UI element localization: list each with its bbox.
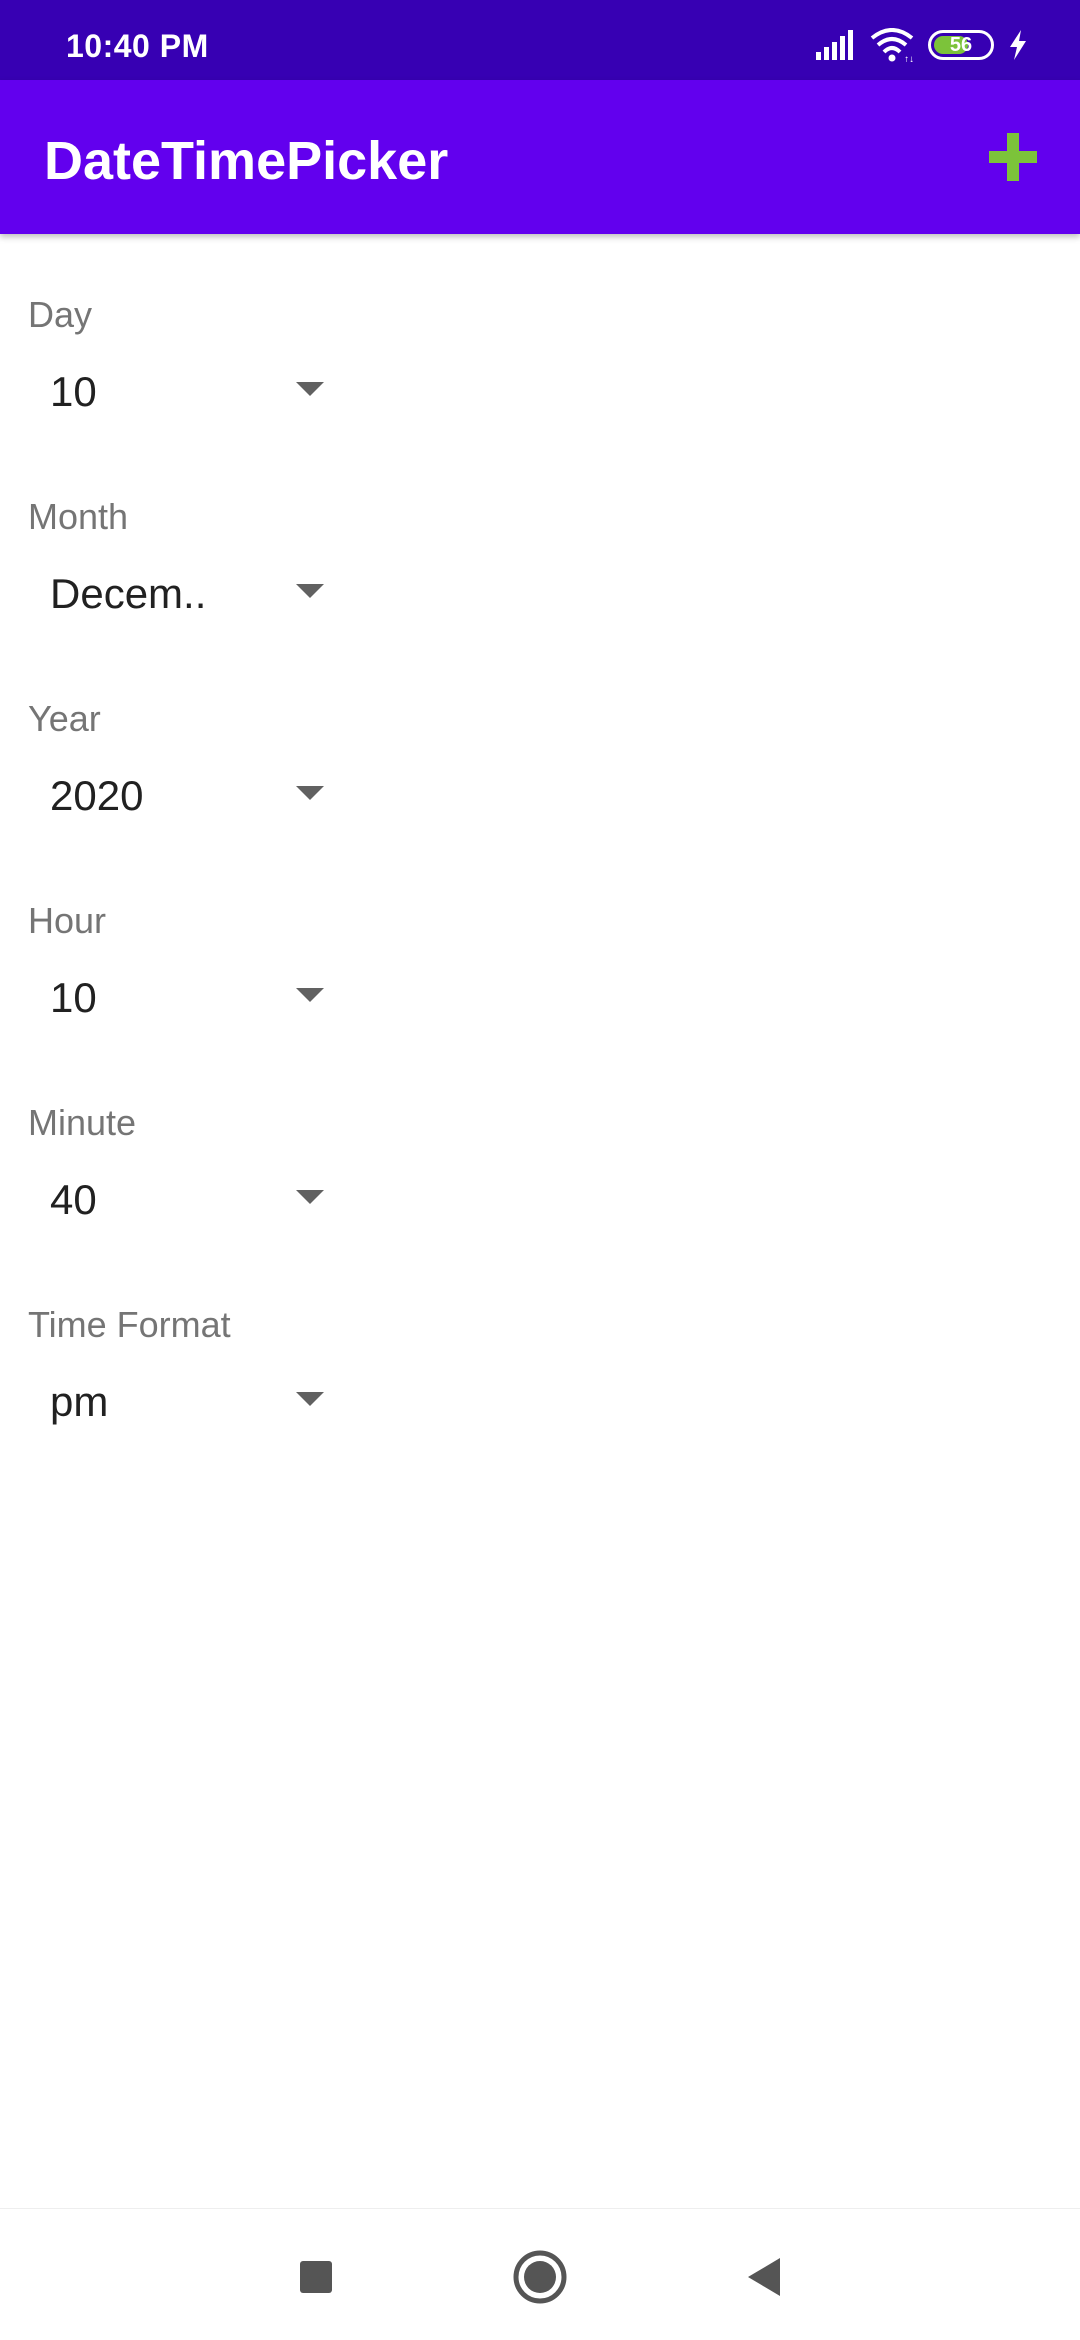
month-label: Month: [28, 496, 129, 537]
dropdown-arrow-icon: [296, 584, 324, 598]
hour-value: 10: [50, 974, 97, 1021]
day-spinner[interactable]: 10: [28, 346, 348, 428]
dropdown-arrow-icon: [296, 1392, 324, 1406]
wifi-icon: ↑↓: [870, 28, 914, 62]
dropdown-arrow-icon: [296, 382, 324, 396]
time-format-label: Time Format: [28, 1304, 231, 1345]
home-button[interactable]: [510, 2247, 570, 2307]
back-button[interactable]: [734, 2247, 794, 2307]
recent-apps-icon: [300, 2261, 332, 2293]
status-icons: ↑↓ 56: [814, 28, 1028, 62]
home-icon: [513, 2250, 567, 2304]
app-bar: DateTimePicker: [0, 80, 1080, 234]
month-spinner[interactable]: Decem..: [28, 548, 348, 630]
navigation-bar: [0, 2208, 1080, 2340]
month-field: Month Decem..: [0, 436, 360, 638]
status-bar: 10:40 PM ↑↓ 56: [0, 0, 1080, 80]
time-format-value: pm: [50, 1378, 109, 1425]
day-label: Day: [28, 294, 93, 335]
dropdown-arrow-icon: [296, 1190, 324, 1204]
year-field: Year 2020: [0, 638, 360, 840]
hour-field: Hour 10: [0, 840, 360, 1042]
dropdown-arrow-icon: [296, 786, 324, 800]
day-value: 10: [50, 368, 97, 415]
signal-icon: [816, 30, 853, 60]
charging-icon: [1010, 30, 1026, 60]
add-button[interactable]: [976, 120, 1050, 194]
hour-spinner[interactable]: 10: [28, 952, 348, 1034]
svg-text:↑↓: ↑↓: [904, 54, 914, 62]
battery-level: 56: [949, 33, 973, 56]
month-value: Decem..: [50, 570, 207, 617]
status-time: 10:40 PM: [66, 28, 209, 64]
battery-icon: 56: [928, 30, 994, 60]
minute-field: Minute 40: [0, 1042, 360, 1244]
time-format-spinner[interactable]: pm: [28, 1356, 348, 1438]
recent-apps-button[interactable]: [286, 2247, 346, 2307]
minute-spinner[interactable]: 40: [28, 1154, 348, 1236]
year-value: 2020: [50, 772, 144, 819]
plus-icon: [989, 133, 1037, 181]
minute-label: Minute: [28, 1102, 137, 1143]
time-format-field: Time Format pm: [0, 1244, 360, 1446]
day-field: Day 10: [0, 234, 360, 436]
back-icon: [748, 2258, 780, 2296]
minute-value: 40: [50, 1176, 97, 1223]
year-spinner[interactable]: 2020: [28, 750, 348, 832]
app-title: DateTimePicker: [44, 131, 449, 191]
year-label: Year: [28, 698, 101, 739]
hour-label: Hour: [28, 900, 107, 941]
dropdown-arrow-icon: [296, 988, 324, 1002]
